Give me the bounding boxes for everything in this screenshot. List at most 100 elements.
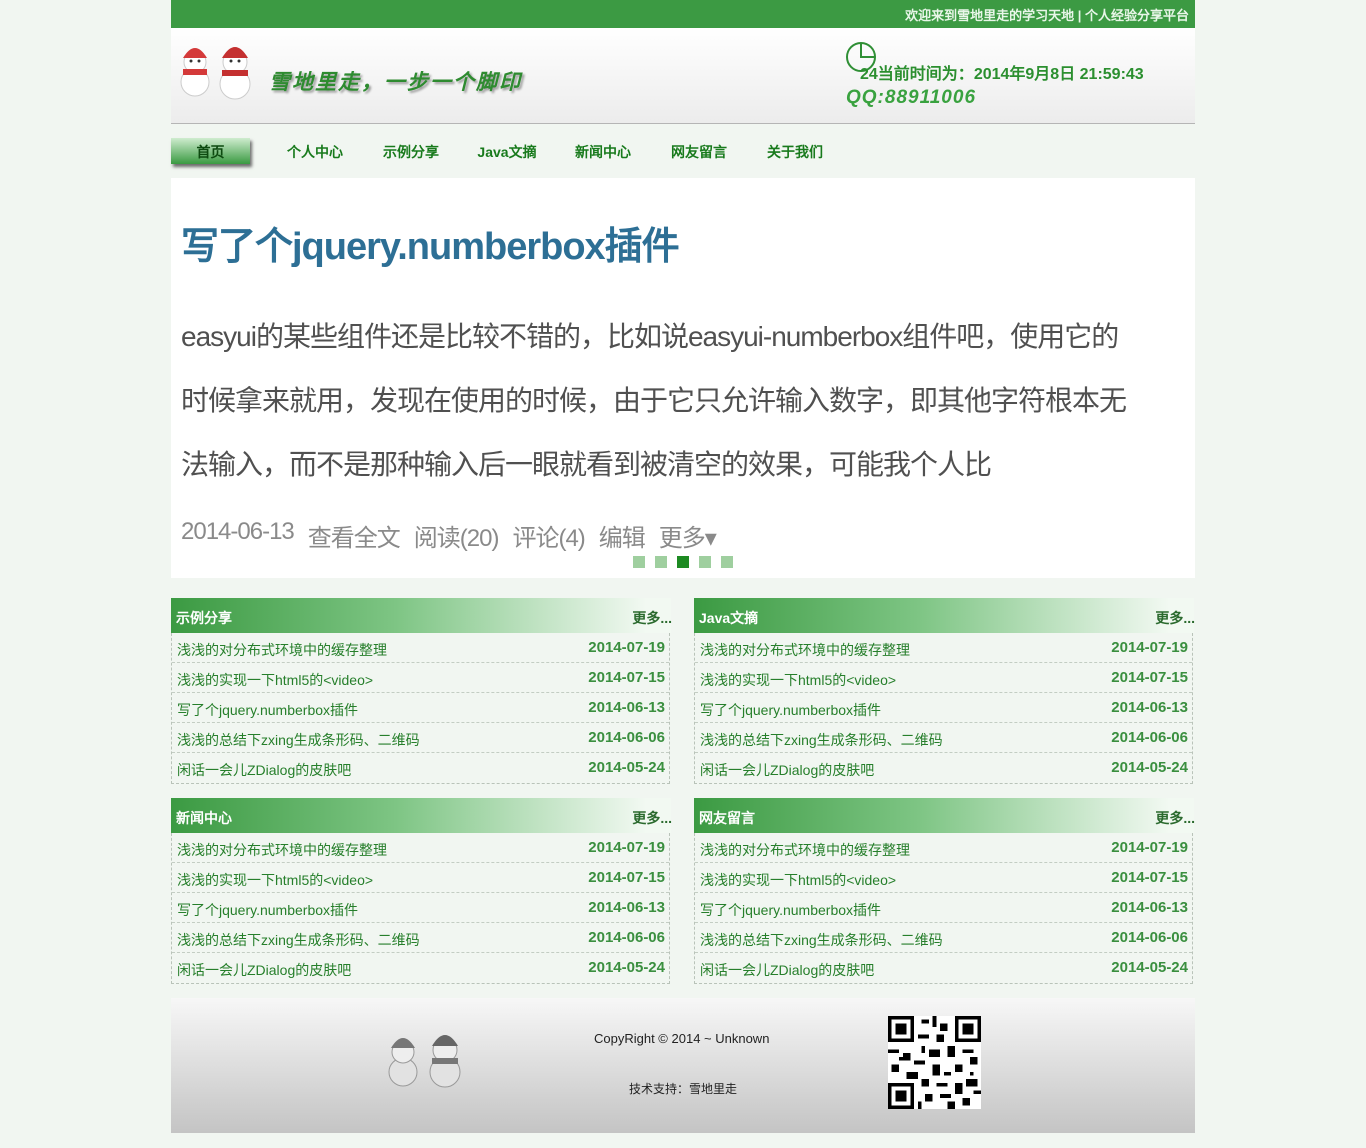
list-item[interactable]: 闲话一会儿ZDialog的皮肤吧 2014-05-24 bbox=[695, 953, 1192, 983]
article-title-link[interactable]: 浅浅的总结下zxing生成条形码、二维码 bbox=[700, 730, 943, 750]
article-title-link[interactable]: 浅浅的总结下zxing生成条形码、二维码 bbox=[177, 730, 420, 750]
more-link[interactable]: 更多... bbox=[632, 608, 672, 628]
article-title-link[interactable]: 浅浅的对分布式环境中的缓存整理 bbox=[700, 840, 910, 860]
article-date: 2014-07-15 bbox=[1111, 669, 1188, 686]
more-link[interactable]: 更多... bbox=[1155, 608, 1195, 628]
article-date: 2014-05-24 bbox=[1111, 959, 1188, 976]
article-list: 浅浅的对分布式环境中的缓存整理 2014-07-19 浅浅的实现一下html5的<v… bbox=[171, 633, 670, 784]
copyright-text: CopyRight © 2014 ~ Unknown bbox=[594, 1031, 770, 1046]
article-title-link[interactable]: 写了个jquery.numberbox插件 bbox=[700, 700, 881, 720]
article-title-link[interactable]: 浅浅的实现一下html5的<video> bbox=[700, 870, 896, 890]
article-title-link[interactable]: 闲话一会儿ZDialog的皮肤吧 bbox=[700, 960, 874, 980]
list-item[interactable]: 闲话一会儿ZDialog的皮肤吧 2014-05-24 bbox=[172, 753, 669, 783]
article-title-link[interactable]: 浅浅的对分布式环境中的缓存整理 bbox=[177, 640, 387, 660]
panel-header: Java文摘 更多... bbox=[694, 598, 1195, 633]
more-dropdown[interactable]: 更多▾ bbox=[659, 518, 717, 553]
article-date: 2014-06-13 bbox=[588, 899, 665, 916]
article-title-link[interactable]: 浅浅的对分布式环境中的缓存整理 bbox=[700, 640, 910, 660]
article-date: 2014-06-06 bbox=[588, 929, 665, 946]
banner-date: 2014-06-13 bbox=[181, 518, 295, 545]
read-count[interactable]: 阅读(20) bbox=[414, 518, 500, 553]
site-header: 雪地里走，一步一个脚印 24当前时间为：2014年9月8日 21:59:43 Q… bbox=[171, 28, 1195, 124]
list-item[interactable]: 写了个jquery.numberbox插件 2014-06-13 bbox=[172, 693, 669, 723]
edit-link[interactable]: 编辑 bbox=[599, 518, 646, 553]
article-date: 2014-05-24 bbox=[1111, 759, 1188, 776]
list-item[interactable]: 写了个jquery.numberbox插件 2014-06-13 bbox=[172, 893, 669, 923]
article-title-link[interactable]: 浅浅的对分布式环境中的缓存整理 bbox=[177, 840, 387, 860]
list-item[interactable]: 浅浅的实现一下html5的<video> 2014-07-15 bbox=[172, 663, 669, 693]
list-item[interactable]: 浅浅的实现一下html5的<video> 2014-07-15 bbox=[695, 663, 1192, 693]
article-date: 2014-06-06 bbox=[1111, 729, 1188, 746]
snowman-logo-icon[interactable] bbox=[173, 40, 263, 108]
list-item[interactable]: 浅浅的对分布式环境中的缓存整理 2014-07-19 bbox=[695, 633, 1192, 663]
list-item[interactable]: 浅浅的总结下zxing生成条形码、二维码 2014-06-06 bbox=[172, 923, 669, 953]
list-item[interactable]: 浅浅的对分布式环境中的缓存整理 2014-07-19 bbox=[172, 633, 669, 663]
article-date: 2014-06-06 bbox=[588, 729, 665, 746]
featured-banner: 写了个jquery.numberbox插件 easyui的某些组件还是比较不错的… bbox=[171, 178, 1195, 578]
article-title-link[interactable]: 写了个jquery.numberbox插件 bbox=[700, 900, 881, 920]
slider-dot[interactable] bbox=[721, 556, 733, 568]
panel-title: 新闻中心 bbox=[176, 810, 232, 826]
nav-home[interactable]: 首页 bbox=[171, 138, 250, 164]
list-item[interactable]: 写了个jquery.numberbox插件 2014-06-13 bbox=[695, 893, 1192, 923]
qr-code-icon bbox=[888, 1016, 981, 1109]
panel-title: 示例分享 bbox=[176, 610, 232, 626]
list-item[interactable]: 闲话一会儿ZDialog的皮肤吧 2014-05-24 bbox=[172, 953, 669, 983]
nav-java-digest[interactable]: Java文摘 bbox=[459, 138, 555, 164]
article-date: 2014-07-19 bbox=[1111, 839, 1188, 856]
banner-title[interactable]: 写了个jquery.numberbox插件 bbox=[181, 215, 680, 270]
list-item[interactable]: 浅浅的总结下zxing生成条形码、二维码 2014-06-06 bbox=[695, 723, 1192, 753]
banner-meta: 2014-06-13 查看全文 阅读(20) 评论(4) 编辑 更多▾ bbox=[181, 518, 717, 553]
article-date: 2014-06-06 bbox=[1111, 929, 1188, 946]
article-title-link[interactable]: 浅浅的总结下zxing生成条形码、二维码 bbox=[700, 930, 943, 950]
slider-dot[interactable] bbox=[655, 556, 667, 568]
article-date: 2014-07-15 bbox=[588, 669, 665, 686]
article-title-link[interactable]: 浅浅的总结下zxing生成条形码、二维码 bbox=[177, 930, 420, 950]
panel-examples: 示例分享 更多... 浅浅的对分布式环境中的缓存整理 2014-07-19 浅浅的实现一… bbox=[171, 598, 672, 784]
article-title-link[interactable]: 浅浅的实现一下html5的<video> bbox=[177, 670, 373, 690]
list-item[interactable]: 浅浅的总结下zxing生成条形码、二维码 2014-06-06 bbox=[172, 723, 669, 753]
list-item[interactable]: 浅浅的实现一下html5的<video> 2014-07-15 bbox=[172, 863, 669, 893]
nav-about[interactable]: 关于我们 bbox=[747, 138, 843, 164]
article-list: 浅浅的对分布式环境中的缓存整理 2014-07-19 浅浅的实现一下html5的<v… bbox=[171, 833, 670, 984]
list-item[interactable]: 写了个jquery.numberbox插件 2014-06-13 bbox=[695, 693, 1192, 723]
slider-dot[interactable] bbox=[699, 556, 711, 568]
panel-title: 网友留言 bbox=[699, 810, 755, 826]
slider-dot-active[interactable] bbox=[677, 556, 689, 568]
banner-summary: easyui的某些组件还是比较不错的，比如说easyui-numberbox组件… bbox=[181, 321, 1127, 480]
slider-dots bbox=[633, 556, 733, 568]
article-title-link[interactable]: 闲话一会儿ZDialog的皮肤吧 bbox=[177, 960, 351, 980]
nav-guestbook[interactable]: 网友留言 bbox=[651, 138, 747, 164]
list-item[interactable]: 浅浅的对分布式环境中的缓存整理 2014-07-19 bbox=[695, 833, 1192, 863]
nav-examples[interactable]: 示例分享 bbox=[363, 138, 459, 164]
read-full-link[interactable]: 查看全文 bbox=[308, 518, 401, 553]
article-title-link[interactable]: 浅浅的实现一下html5的<video> bbox=[700, 670, 896, 690]
comment-count[interactable]: 评论(4) bbox=[512, 518, 585, 553]
more-link[interactable]: 更多... bbox=[1155, 808, 1195, 828]
panel-title: Java文摘 bbox=[699, 610, 759, 626]
article-title-link[interactable]: 写了个jquery.numberbox插件 bbox=[177, 700, 358, 720]
list-item[interactable]: 浅浅的总结下zxing生成条形码、二维码 2014-06-06 bbox=[695, 923, 1192, 953]
article-list: 浅浅的对分布式环境中的缓存整理 2014-07-19 浅浅的实现一下html5的<v… bbox=[694, 833, 1193, 984]
article-date: 2014-07-15 bbox=[588, 869, 665, 886]
list-item[interactable]: 浅浅的对分布式环境中的缓存整理 2014-07-19 bbox=[172, 833, 669, 863]
slider-dot[interactable] bbox=[633, 556, 645, 568]
nav-news[interactable]: 新闻中心 bbox=[555, 138, 651, 164]
nav-personal-center[interactable]: 个人中心 bbox=[267, 138, 363, 164]
time-value: 2014年9月8日 21:59:43 bbox=[973, 66, 1144, 83]
article-title-link[interactable]: 闲话一会儿ZDialog的皮肤吧 bbox=[177, 760, 351, 780]
article-title-link[interactable]: 写了个jquery.numberbox插件 bbox=[177, 900, 358, 920]
article-date: 2014-07-19 bbox=[1111, 639, 1188, 656]
more-link[interactable]: 更多... bbox=[632, 808, 672, 828]
snowman-logo-gray-icon bbox=[388, 1035, 461, 1088]
list-item[interactable]: 浅浅的实现一下html5的<video> 2014-07-15 bbox=[695, 863, 1192, 893]
article-title-link[interactable]: 浅浅的实现一下html5的<video> bbox=[177, 870, 373, 890]
tech-support-text: 技术支持：雪地里走 bbox=[629, 1082, 738, 1096]
clock-number: 24 bbox=[860, 66, 878, 83]
panel-header: 新闻中心 更多... bbox=[171, 798, 672, 833]
article-date: 2014-07-19 bbox=[588, 839, 665, 856]
list-item[interactable]: 闲话一会儿ZDialog的皮肤吧 2014-05-24 bbox=[695, 753, 1192, 783]
main-nav: 首页 个人中心 示例分享 Java文摘 新闻中心 网友留言 关于我们 bbox=[171, 138, 1195, 166]
article-title-link[interactable]: 闲话一会儿ZDialog的皮肤吧 bbox=[700, 760, 874, 780]
panel-header: 示例分享 更多... bbox=[171, 598, 672, 633]
